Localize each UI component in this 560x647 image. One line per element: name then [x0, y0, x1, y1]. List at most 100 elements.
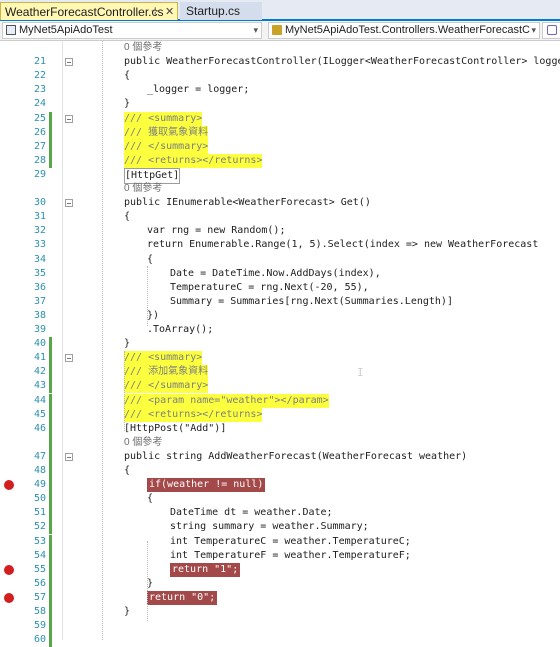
- breakpoint-icon[interactable]: [4, 480, 14, 491]
- breakpoint-icon[interactable]: [4, 564, 14, 575]
- code-text: _logger = logger;: [147, 84, 250, 96]
- line-number: 57: [33, 591, 46, 603]
- reference-count-label[interactable]: 0 個參考: [124, 41, 162, 55]
- code-line[interactable]: 59: [0, 619, 560, 634]
- code-text: {: [124, 465, 131, 476]
- code-line[interactable]: 44 /// <param name="weather"></param>: [0, 393, 560, 408]
- code-line[interactable]: 25 /// <summary>: [0, 111, 560, 126]
- code-line[interactable]: 36 TemperatureC = rng.Next(-20, 55),: [0, 281, 560, 295]
- code-text: DateTime dt = weather.Date;: [170, 507, 333, 519]
- code-line[interactable]: 55 return "1";: [0, 562, 560, 577]
- tab-startup[interactable]: Startup.cs: [180, 2, 262, 20]
- change-indicator: [49, 464, 52, 478]
- change-indicator: [49, 407, 52, 422]
- code-line[interactable]: 31 {: [0, 210, 560, 224]
- code-line[interactable]: 50 {: [0, 492, 560, 507]
- code-line[interactable]: 53 int TemperatureC = weather.Temperature…: [0, 534, 560, 549]
- change-indicator: [49, 435, 52, 450]
- code-line[interactable]: 43 /// </summary>: [0, 379, 560, 394]
- type-dropdown[interactable]: MyNet5ApiAdoTest.Controllers.WeatherFore…: [268, 22, 540, 39]
- member-dropdown[interactable]: [542, 22, 560, 39]
- reference-count-row[interactable]: 0 個參考: [0, 41, 560, 55]
- code-line[interactable]: 51 DateTime dt = weather.Date;: [0, 506, 560, 521]
- collapse-icon[interactable]: [65, 199, 73, 208]
- code-line[interactable]: 28 /// <returns></returns>: [0, 153, 560, 168]
- change-indicator: [49, 478, 52, 493]
- line-number: 21: [33, 56, 46, 68]
- line-number: 22: [33, 70, 46, 82]
- code-line[interactable]: 39 .ToArray();: [0, 323, 560, 337]
- line-number: 49: [33, 479, 46, 491]
- code-text: }: [124, 338, 131, 350]
- code-line[interactable]: 42 /// 添加氣象資料: [0, 365, 560, 380]
- code-text: /// <returns></returns>: [124, 153, 263, 168]
- code-text: var rng = new Random();: [147, 225, 286, 237]
- change-indicator: [49, 562, 52, 577]
- change-indicator: [49, 534, 52, 549]
- code-line[interactable]: 52 string summary = weather.Summary;: [0, 520, 560, 535]
- code-text: }: [124, 98, 131, 110]
- code-text: Summary = Summaries[rng.Next(Summaries.L…: [170, 295, 453, 307]
- code-text: int TemperatureF = weather.TemperatureF;: [170, 549, 411, 561]
- code-line[interactable]: 33 return Enumerable.Range(1, 5).Select(i…: [0, 238, 560, 252]
- code-line[interactable]: 47 public string AddWeatherForecast(Weath…: [0, 449, 560, 464]
- tab-label: Startup.cs: [186, 4, 241, 18]
- line-number: 51: [33, 507, 46, 519]
- tab-weatherforecastcontroller[interactable]: WeatherForecastController.cs ⊹ ✕: [0, 2, 178, 20]
- line-number: 39: [33, 324, 46, 335]
- collapse-icon[interactable]: [65, 114, 73, 123]
- code-line[interactable]: 49 if(weather != null): [0, 478, 560, 493]
- code-line[interactable]: 38}): [0, 309, 560, 323]
- code-line[interactable]: 24}: [0, 97, 560, 111]
- type-label: MyNet5ApiAdoTest.Controllers.WeatherFore…: [285, 24, 530, 36]
- code-line[interactable]: 45 /// <returns></returns>: [0, 407, 560, 422]
- code-line[interactable]: 58}: [0, 605, 560, 619]
- code-line[interactable]: 30 public IEnumerable<WeatherForecast> Ge…: [0, 196, 560, 210]
- code-line[interactable]: 54 int TemperatureF = weather.Temperature…: [0, 548, 560, 563]
- code-line[interactable]: 32 var rng = new Random();: [0, 224, 560, 238]
- code-line[interactable]: 23 _logger = logger;: [0, 83, 560, 97]
- line-number: 30: [33, 197, 46, 209]
- code-line[interactable]: 35 Date = DateTime.Now.AddDays(index),: [0, 267, 560, 281]
- line-number: 38: [33, 309, 46, 321]
- code-line[interactable]: 48 {: [0, 464, 560, 478]
- code-editor[interactable]: I 0 個參考 21 public WeatherForecastControlle…: [0, 41, 560, 647]
- code-line[interactable]: 46 [HttpPost("Add")]: [0, 421, 560, 436]
- code-line[interactable]: 56}: [0, 576, 560, 591]
- code-line[interactable]: 60: [0, 633, 560, 647]
- code-text: if(weather != null): [147, 478, 266, 493]
- reference-count-label[interactable]: 0 個參考: [124, 182, 162, 196]
- code-text: {: [124, 70, 131, 82]
- change-indicator: [49, 506, 52, 521]
- line-number: 58: [33, 606, 46, 617]
- collapse-icon[interactable]: [65, 58, 73, 67]
- code-line[interactable]: 26 /// 獲取氣象資料: [0, 125, 560, 140]
- code-line[interactable]: 21 public WeatherForecastController(ILogg…: [0, 55, 560, 69]
- collapse-icon[interactable]: [65, 354, 73, 363]
- reference-count-row[interactable]: 0 個參考: [0, 182, 560, 196]
- change-indicator: [49, 351, 52, 366]
- code-text: return "1";: [170, 562, 241, 577]
- code-line[interactable]: 22 {: [0, 69, 560, 83]
- pin-icon[interactable]: ⊹: [151, 3, 159, 21]
- reference-count-label[interactable]: 0 個參考: [124, 436, 162, 450]
- change-indicator: [49, 633, 52, 647]
- reference-count-row[interactable]: 0 個參考: [0, 435, 560, 450]
- line-number: 25: [33, 112, 46, 124]
- code-line[interactable]: 41 /// <summary>: [0, 351, 560, 366]
- line-number: 24: [33, 98, 46, 110]
- chevron-down-icon: ▾: [253, 25, 258, 35]
- indent-guide: [124, 351, 125, 431]
- change-indicator: [49, 365, 52, 380]
- code-line[interactable]: 57 return "0";: [0, 590, 560, 605]
- close-icon[interactable]: ✕: [165, 3, 174, 21]
- project-dropdown[interactable]: MyNet5ApiAdoTest ▾: [2, 22, 262, 39]
- collapse-icon[interactable]: [65, 452, 73, 461]
- code-line[interactable]: 27 /// </summary>: [0, 139, 560, 154]
- code-line[interactable]: 34 {: [0, 253, 560, 267]
- code-line[interactable]: 37 Summary = Summaries[rng.Next(Summaries…: [0, 295, 560, 309]
- breakpoint-icon[interactable]: [4, 592, 14, 603]
- code-line[interactable]: 40}: [0, 337, 560, 352]
- code-line[interactable]: 29 [HttpGet]: [0, 167, 560, 184]
- line-number: 56: [33, 577, 46, 589]
